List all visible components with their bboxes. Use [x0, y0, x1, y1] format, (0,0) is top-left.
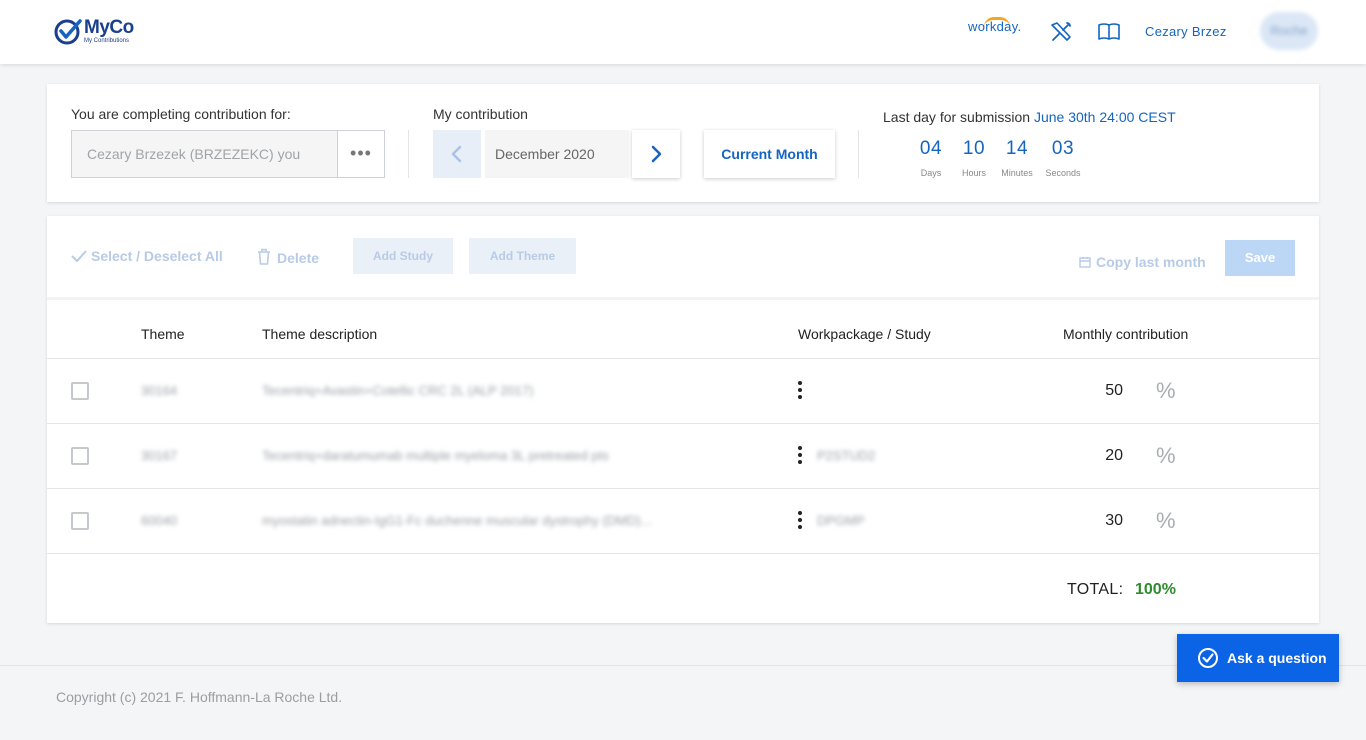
add-study-button[interactable]: Add Study — [353, 238, 453, 274]
select-all-button[interactable]: Select / Deselect All — [71, 248, 223, 264]
month-display: December 2020 — [485, 130, 629, 178]
theme-code: 30167 — [141, 448, 178, 463]
previous-month-button[interactable] — [433, 130, 481, 178]
percent-unit: % — [1156, 443, 1176, 468]
copy-last-month-button[interactable]: Copy last month — [1079, 254, 1206, 270]
theme-description: myostatin adnectin-IgG1-Fc duchenne musc… — [262, 513, 652, 528]
divider — [408, 130, 409, 178]
completing-for-label: You are completing contribution for: — [71, 106, 291, 122]
next-month-button[interactable] — [632, 130, 680, 178]
calendar-icon — [1079, 257, 1091, 268]
column-header-description: Theme description — [262, 326, 378, 342]
logo-name: MyCo — [84, 17, 134, 38]
row-checkbox[interactable] — [71, 447, 89, 465]
deadline-label: Last day for submission June 30th 24:00 … — [883, 109, 1176, 125]
more-vertical-icon[interactable] — [797, 511, 803, 529]
table-row: 30167 Tecentriq+daratumumab multiple mye… — [47, 423, 1319, 488]
user-name[interactable]: Cezary Brzez — [1145, 24, 1227, 39]
trash-icon — [258, 248, 270, 265]
total-value: 100% — [1135, 581, 1176, 598]
contribution-value[interactable]: 30 — [1067, 512, 1123, 530]
countdown-value: 14 — [1005, 138, 1029, 159]
contribution-value[interactable]: 50 — [1067, 382, 1123, 400]
footer-divider — [0, 665, 1366, 666]
countdown-value: 03 — [1051, 138, 1075, 159]
theme-description: Tecentriq+Avastin+Cotellic CRC 2L (ALP 2… — [262, 383, 534, 398]
more-vertical-icon[interactable] — [797, 381, 803, 399]
theme-code: 60040 — [141, 513, 178, 528]
countdown-seconds: 03 Seconds — [1038, 138, 1088, 178]
copy-last-month-label: Copy last month — [1096, 254, 1206, 270]
deadline-value: June 30th 24:00 CEST — [1033, 109, 1176, 125]
current-month-button[interactable]: Current Month — [704, 130, 835, 178]
toolbar-divider — [47, 297, 1319, 300]
workday-link[interactable]: workday. — [968, 19, 1021, 34]
contribution-card: Select / Deselect All Delete Add Study A… — [47, 216, 1319, 623]
logo-subtitle: My Contributions — [84, 38, 130, 44]
check-icon — [71, 250, 87, 263]
tools-icon[interactable] — [1049, 20, 1073, 44]
top-bar: MyCo My Contributions workday. Cezary Br… — [0, 0, 1366, 64]
countdown-unit: Minutes — [1001, 168, 1033, 178]
deadline-prefix: Last day for submission — [883, 109, 1031, 125]
check-circle-logo-icon — [54, 19, 82, 45]
chevron-left-icon — [451, 145, 462, 163]
table-row: 30164 Tecentriq+Avastin+Cotellic CRC 2L … — [47, 358, 1319, 423]
table-row: 60040 myostatin adnectin-IgG1-Fc duchenn… — [47, 488, 1319, 553]
delete-button[interactable]: Delete — [257, 248, 319, 266]
user-field[interactable]: Cezary Brzezek (BRZEZEKC) you — [71, 130, 338, 178]
ask-question-label: Ask a question — [1227, 650, 1327, 666]
theme-code: 30164 — [141, 383, 178, 398]
study-code: DPGMP — [817, 513, 865, 528]
delete-label: Delete — [277, 250, 320, 266]
copyright-text: Copyright (c) 2021 F. Hoffmann-La Roche … — [56, 689, 343, 705]
row-checkbox[interactable] — [71, 382, 89, 400]
countdown-unit: Seconds — [1045, 168, 1081, 178]
theme-description: Tecentriq+daratumumab multiple myeloma 3… — [262, 448, 609, 463]
total-label: TOTAL: — [1067, 581, 1124, 598]
select-all-label: Select / Deselect All — [91, 248, 223, 264]
myco-logo[interactable]: MyCo My Contributions — [54, 17, 134, 45]
add-theme-button[interactable]: Add Theme — [469, 238, 576, 274]
percent-unit: % — [1156, 508, 1176, 533]
percent-unit: % — [1156, 378, 1176, 403]
more-vertical-icon[interactable] — [797, 446, 803, 464]
book-icon[interactable] — [1097, 22, 1121, 42]
countdown-minutes: 14 Minutes — [992, 138, 1042, 178]
divider — [858, 130, 859, 178]
my-contribution-label: My contribution — [433, 106, 528, 122]
column-header-contribution: Monthly contribution — [1063, 326, 1189, 342]
total-row: TOTAL: 100% — [47, 553, 1319, 623]
selection-card: You are completing contribution for: Cez… — [47, 84, 1319, 202]
save-button[interactable]: Save — [1225, 240, 1295, 276]
avatar[interactable]: Roche — [1260, 12, 1318, 50]
user-more-button[interactable]: ••• — [337, 130, 385, 178]
column-header-theme: Theme — [141, 326, 185, 342]
study-code: P2STUD2 — [817, 448, 876, 463]
avatar-text: Roche — [1270, 23, 1308, 38]
column-header-workpackage: Workpackage / Study — [798, 326, 931, 342]
check-badge-icon — [1198, 648, 1218, 668]
row-checkbox[interactable] — [71, 512, 89, 530]
chevron-right-icon — [651, 145, 662, 163]
contribution-value[interactable]: 20 — [1067, 447, 1123, 465]
ask-question-button[interactable]: Ask a question — [1177, 634, 1339, 682]
